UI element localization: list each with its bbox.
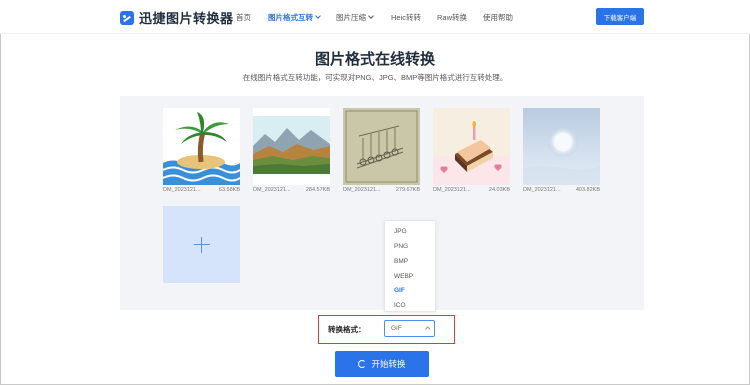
file-name: DM_2023121... xyxy=(343,187,381,193)
moon-sky-image xyxy=(523,108,600,185)
download-client-button[interactable]: 下载客户端 xyxy=(596,8,644,25)
app-logo[interactable]: 迅捷图片转换器 xyxy=(120,9,234,26)
chevron-up-icon xyxy=(424,326,430,332)
start-convert-label: 开始转换 xyxy=(371,359,406,369)
birthday-cake-image xyxy=(433,108,510,185)
page-subtitle: 在线图片格式互转功能，可实现对PNG、JPG、BMP等图片格式进行互转处理。 xyxy=(242,73,508,82)
file-size: 63.58KB xyxy=(218,187,240,193)
file-card[interactable]: DM_2023121... 284.57KB xyxy=(253,108,330,193)
file-size: 284.57KB xyxy=(305,187,330,193)
file-card[interactable]: DM_2023121... 24.03KB xyxy=(433,108,510,193)
mountain-landscape-image xyxy=(253,108,330,185)
nav-format-convert-label: 图片格式互转 xyxy=(268,13,313,22)
format-dropdown-menu: JPG PNG BMP WEBP GIF ICO xyxy=(384,220,436,312)
nav-raw[interactable]: Raw转换 xyxy=(437,12,467,23)
format-select[interactable]: GIF xyxy=(384,320,435,337)
upload-panel: DM_2023121... 63.58KB DM_2023121... 284.57… xyxy=(120,96,644,310)
add-file-button[interactable] xyxy=(163,206,240,283)
selected-format: GIF xyxy=(391,325,402,332)
nav-format-convert[interactable]: 图片格式互转 xyxy=(268,12,321,23)
palm-tree-island-image xyxy=(163,108,240,185)
file-size: 279.67KB xyxy=(395,187,420,193)
file-name: DM_2023121... xyxy=(433,187,471,193)
format-option-png[interactable]: PNG xyxy=(394,243,408,250)
loading-spinner-icon xyxy=(358,360,367,368)
chevron-down-icon xyxy=(315,13,321,19)
page-title: 图片格式在线转换 xyxy=(314,51,435,68)
file-name: DM_2023121... xyxy=(163,187,201,193)
format-option-gif[interactable]: GIF xyxy=(394,287,405,294)
plus-icon xyxy=(193,236,210,253)
chevron-down-icon xyxy=(368,13,374,19)
convert-format-label: 转换格式： xyxy=(328,325,366,334)
start-convert-button[interactable]: 开始转换 xyxy=(335,351,429,377)
format-option-ico[interactable]: ICO xyxy=(394,302,406,309)
file-name: DM_2023121... xyxy=(253,187,291,193)
file-name: DM_2023121... xyxy=(523,187,561,193)
nav-compress[interactable]: 图片压缩 xyxy=(336,12,374,23)
file-card[interactable]: DM_2023121... 279.67KB xyxy=(343,108,420,193)
sketch-drawing-image xyxy=(343,108,420,185)
top-header: 迅捷图片转换器 首页 图片格式互转 图片压缩 Heic转转 Raw转换 使用帮助… xyxy=(0,0,750,34)
nav-compress-label: 图片压缩 xyxy=(336,13,366,22)
nav-help[interactable]: 使用帮助 xyxy=(483,12,513,23)
file-size: 403.82KB xyxy=(575,187,600,193)
format-option-jpg[interactable]: JPG xyxy=(394,228,407,235)
nav-home[interactable]: 首页 xyxy=(236,12,251,23)
format-option-bmp[interactable]: BMP xyxy=(394,258,408,265)
nav-heic[interactable]: Heic转转 xyxy=(391,12,421,23)
logo-text: 迅捷图片转换器 xyxy=(139,11,234,26)
file-card[interactable]: DM_2023121... 63.58KB xyxy=(163,108,240,193)
file-card[interactable]: DM_2023121... 403.82KB xyxy=(523,108,600,193)
format-option-webp[interactable]: WEBP xyxy=(394,273,413,280)
file-size: 24.03KB xyxy=(488,187,510,193)
image-logo-icon xyxy=(120,10,134,25)
